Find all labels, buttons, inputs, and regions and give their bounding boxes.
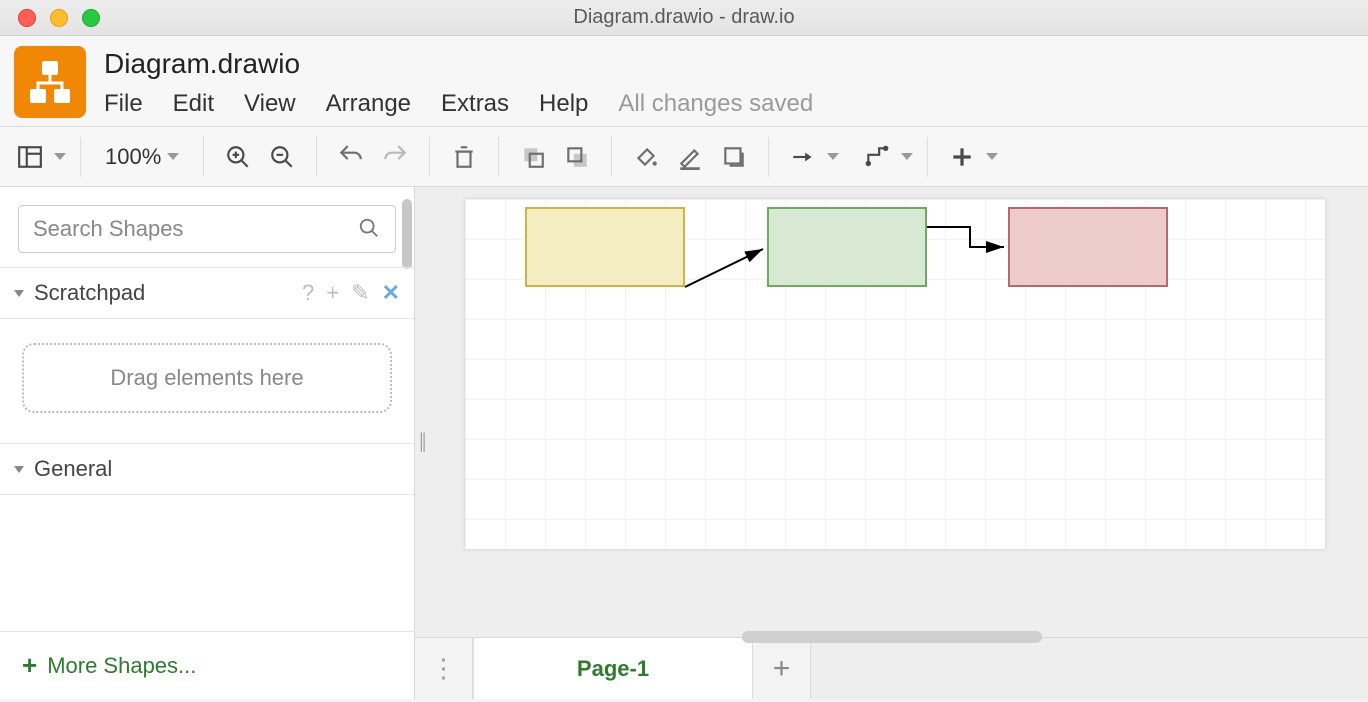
separator	[80, 137, 81, 177]
menu-file[interactable]: File	[104, 90, 143, 118]
drawio-logo-icon	[25, 57, 75, 107]
separator	[203, 137, 204, 177]
separator	[429, 137, 430, 177]
scratchpad-title: Scratchpad	[34, 280, 145, 306]
waypoint-style-button[interactable]	[857, 137, 897, 177]
scratchpad-drop-zone[interactable]: Drag elements here	[22, 343, 392, 413]
add-page-button[interactable]: +	[753, 638, 811, 699]
search-shapes-section	[0, 187, 414, 268]
delete-button[interactable]	[444, 137, 484, 177]
more-shapes-button[interactable]: + More Shapes...	[0, 631, 414, 699]
scratchpad-edit-icon[interactable]: ✎	[351, 280, 369, 306]
line-color-button[interactable]	[670, 137, 710, 177]
diagram-node-2[interactable]	[767, 207, 927, 287]
search-icon[interactable]	[358, 217, 380, 244]
main-area: Scratchpad ? + ✎ ✕ Drag elements here Ge…	[0, 187, 1368, 699]
sidebar-toggle-button[interactable]	[10, 137, 50, 177]
app-header: Diagram.drawio File Edit View Arrange Ex…	[0, 36, 1368, 127]
save-status: All changes saved	[618, 90, 813, 118]
zoom-caret-icon	[167, 153, 179, 160]
window-controls	[18, 9, 100, 27]
scratchpad-close-icon[interactable]: ✕	[382, 280, 400, 306]
document-title[interactable]: Diagram.drawio	[104, 48, 1354, 80]
separator	[498, 137, 499, 177]
shadow-button[interactable]	[714, 137, 754, 177]
scratchpad-add-icon[interactable]: +	[326, 280, 339, 306]
separator	[927, 137, 928, 177]
scratchpad-actions: ? + ✎ ✕	[302, 280, 400, 306]
page-tab-label: Page-1	[577, 656, 649, 682]
minimize-window-button[interactable]	[50, 9, 68, 27]
insert-caret-icon[interactable]	[986, 153, 998, 160]
scratchpad-drop-hint: Drag elements here	[110, 365, 303, 391]
scratchpad-body: Drag elements here	[0, 319, 414, 444]
shapes-sidebar: Scratchpad ? + ✎ ✕ Drag elements here Ge…	[0, 187, 415, 699]
close-window-button[interactable]	[18, 9, 36, 27]
window-title: Diagram.drawio - draw.io	[573, 6, 794, 29]
menu-edit[interactable]: Edit	[173, 90, 214, 118]
more-shapes-label: More Shapes...	[47, 653, 196, 679]
collapse-caret-icon	[14, 290, 24, 297]
connection-style-button[interactable]	[783, 137, 823, 177]
menu-view[interactable]: View	[244, 90, 296, 118]
redo-button[interactable]	[375, 137, 415, 177]
to-back-button[interactable]	[557, 137, 597, 177]
app-logo	[14, 46, 86, 118]
scratchpad-help-icon[interactable]: ?	[302, 280, 314, 306]
sidebar-splitter[interactable]: ║	[415, 424, 427, 462]
diagram-node-1[interactable]	[525, 207, 685, 287]
scratchpad-header[interactable]: Scratchpad ? + ✎ ✕	[0, 268, 414, 319]
collapse-caret-icon	[14, 466, 24, 473]
fill-color-button[interactable]	[626, 137, 666, 177]
search-shapes-input[interactable]	[18, 205, 396, 253]
general-title: General	[34, 456, 112, 482]
separator	[611, 137, 612, 177]
menu-extras[interactable]: Extras	[441, 90, 509, 118]
drawing-page[interactable]	[465, 199, 1325, 549]
diagram-edge-1[interactable]	[685, 249, 763, 287]
zoom-out-button[interactable]	[262, 137, 302, 177]
zoom-in-button[interactable]	[218, 137, 258, 177]
canvas-horizontal-scrollbar[interactable]	[742, 631, 1042, 643]
page-options-button[interactable]: ⋮	[415, 638, 473, 699]
diagram-edge-2[interactable]	[927, 227, 1004, 247]
menubar: File Edit View Arrange Extras Help All c…	[104, 90, 1354, 118]
canvas-area: ⋮ Page-1 +	[415, 187, 1368, 699]
general-shapes-header[interactable]: General	[0, 444, 414, 495]
menu-help[interactable]: Help	[539, 90, 588, 118]
separator	[768, 137, 769, 177]
canvas-viewport[interactable]	[415, 187, 1368, 637]
waypoint-caret-icon[interactable]	[901, 153, 913, 160]
menu-arrange[interactable]: Arrange	[326, 90, 411, 118]
to-front-button[interactable]	[513, 137, 553, 177]
plus-icon: +	[22, 650, 37, 681]
zoom-value: 100%	[105, 144, 161, 170]
titlebar: Diagram.drawio - draw.io	[0, 0, 1368, 36]
insert-button[interactable]	[942, 137, 982, 177]
toolbar: 100%	[0, 127, 1368, 187]
separator	[316, 137, 317, 177]
page-tab-active[interactable]: Page-1	[473, 638, 753, 699]
undo-button[interactable]	[331, 137, 371, 177]
connection-caret-icon[interactable]	[827, 153, 839, 160]
sidebar-toggle-caret-icon[interactable]	[54, 153, 66, 160]
zoom-dropdown[interactable]: 100%	[95, 144, 189, 170]
fullscreen-window-button[interactable]	[82, 9, 100, 27]
diagram-node-3[interactable]	[1008, 207, 1168, 287]
page-tabbar: ⋮ Page-1 +	[415, 637, 1368, 699]
